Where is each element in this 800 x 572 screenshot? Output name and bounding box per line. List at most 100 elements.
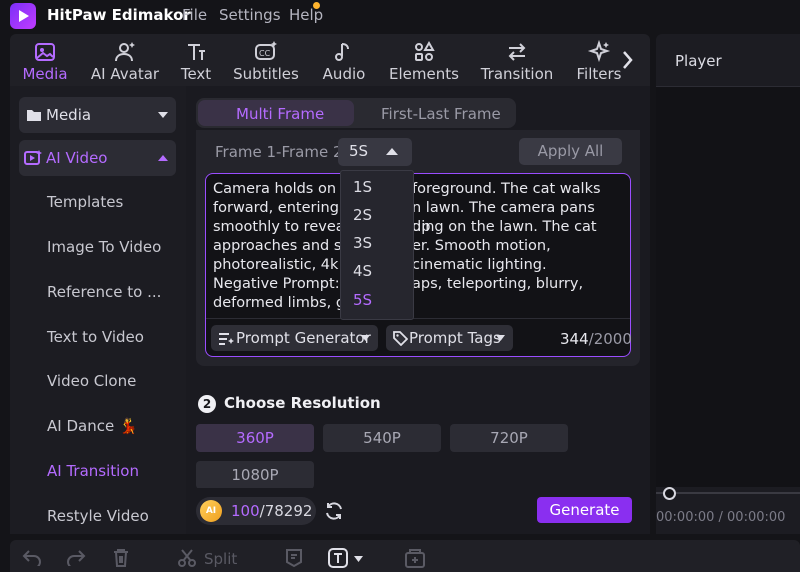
chevron-down-icon (496, 335, 505, 341)
menu-settings[interactable]: Settings (219, 6, 281, 24)
split-label: Split (204, 550, 238, 568)
filters-icon (587, 40, 611, 63)
prompt-line-2a: forward, entering a (213, 200, 353, 216)
caption-icon[interactable] (285, 548, 303, 568)
prompt-line-5b: cinematic lighting. (412, 257, 547, 273)
resolution-360p[interactable]: 360P (196, 424, 314, 452)
caret-up-icon (386, 148, 398, 155)
duration-option-2s[interactable]: 2S (353, 206, 372, 224)
duration-option-5s[interactable]: 5S (353, 291, 372, 309)
media-icon (35, 43, 55, 61)
prompt-footer-divider (206, 318, 630, 319)
prompt-tags-label: Prompt Tags (409, 329, 501, 347)
sidebar-item-text-to-video[interactable]: Text to Video (47, 328, 144, 346)
prompt-line-3b: ding on the lawn. The cat (412, 219, 597, 235)
tab-multi-frame[interactable]: Multi Frame (236, 105, 324, 123)
duration-option-3s[interactable]: 3S (353, 234, 372, 252)
sidebar-item-image-to-video[interactable]: Image To Video (47, 238, 161, 256)
player-title: Player (675, 52, 722, 70)
folder-icon (27, 110, 41, 121)
resolution-540p[interactable]: 540P (323, 424, 441, 452)
prompt-line-6b: aps, teleporting, blurry, (412, 276, 584, 292)
redo-icon[interactable] (66, 548, 86, 566)
text-icon (188, 44, 205, 60)
player-scrubber-handle[interactable] (663, 487, 676, 500)
audio-icon (335, 43, 349, 61)
prompt-generator-label: Prompt Generator (236, 329, 371, 347)
undo-icon[interactable] (22, 548, 42, 566)
generate-button[interactable]: Generate (537, 497, 632, 523)
toolbar-elements[interactable]: Elements (386, 34, 462, 86)
prompt-line-1a: Camera holds on a (213, 181, 350, 197)
chevron-right-icon[interactable] (620, 46, 634, 74)
toolbar-filters[interactable]: Filters (572, 34, 626, 86)
prompt-tags-button[interactable]: Prompt Tags (386, 325, 513, 351)
refresh-icon[interactable] (323, 500, 345, 522)
ai-credit-icon: AI (200, 500, 222, 522)
toolbar-text[interactable]: Text (172, 34, 220, 86)
toolbar-audio-label: Audio (322, 65, 366, 83)
resolution-720p[interactable]: 720P (450, 424, 568, 452)
apply-all-button[interactable]: Apply All (519, 138, 622, 165)
prompt-char-used: 344 (560, 330, 589, 348)
credits-text: 100/78292 (231, 502, 312, 520)
toolbar-text-label: Text (180, 65, 212, 83)
menu-help[interactable]: Help (289, 6, 323, 24)
duration-option-4s[interactable]: 4S (353, 262, 372, 280)
sidebar-item-video-clone[interactable]: Video Clone (47, 372, 136, 390)
ai-avatar-icon (115, 42, 135, 62)
toolbar-ai-avatar[interactable]: AI Avatar (86, 34, 164, 86)
tag-icon (393, 331, 408, 346)
toolbar-audio[interactable]: Audio (316, 34, 372, 86)
text-tool-icon[interactable] (328, 548, 350, 568)
duration-select[interactable]: 5S (338, 138, 412, 166)
transition-icon (508, 43, 526, 61)
prompt-char-count: 344/2000 (560, 330, 632, 348)
resolution-title: Choose Resolution (224, 394, 381, 412)
menu-file[interactable]: File (182, 6, 207, 24)
help-notification-dot (313, 2, 320, 9)
chevron-down-icon[interactable] (354, 556, 363, 562)
sidebar-item-reference-to[interactable]: Reference to ... (47, 283, 161, 301)
app-name: HitPaw Edimakor (47, 6, 191, 24)
chevron-down-icon (361, 335, 370, 341)
toolbar-media[interactable]: Media (14, 34, 76, 86)
prompt-generator-button[interactable]: Prompt Generator (211, 325, 378, 351)
prompt-line-4a: approaches and sit (213, 238, 352, 254)
sidebar-ai-video-label: AI Video (46, 149, 108, 167)
toolbar-transition[interactable]: Transition (476, 34, 558, 86)
subtitles-icon: CC (255, 41, 277, 60)
sidebar-ai-video-folder[interactable]: AI Video (19, 140, 176, 176)
chevron-down-icon (158, 112, 168, 118)
sidebar-item-ai-dance[interactable]: AI Dance 💃 (47, 417, 138, 435)
duration-option-1s[interactable]: 1S (353, 178, 372, 196)
player-scrubber-track[interactable] (656, 492, 800, 494)
sidebar-item-templates[interactable]: Templates (47, 193, 123, 211)
prompt-char-total: /2000 (588, 330, 632, 348)
prompt-line-6a: Negative Prompt: s (213, 276, 352, 292)
toolbar-filters-label: Filters (576, 65, 622, 83)
toolbar-media-label: Media (22, 65, 68, 83)
scissors-icon[interactable] (177, 548, 197, 568)
frame-label: Frame 1-Frame 2 (215, 143, 343, 161)
add-track-icon[interactable] (404, 548, 426, 568)
app-logo-icon (10, 3, 36, 29)
sidebar-media-folder[interactable]: Media (19, 97, 176, 133)
player-time: 00:00:00 / 00:00:00 (656, 510, 786, 525)
sidebar-item-restyle-video[interactable]: Restyle Video (47, 507, 149, 525)
logo-play-shape (19, 10, 29, 22)
delete-icon[interactable] (112, 548, 130, 568)
toolbar-elements-label: Elements (389, 65, 459, 83)
sidebar-item-ai-transition[interactable]: AI Transition (47, 462, 139, 480)
prompt-line-7: deformed limbs, g (213, 295, 346, 311)
svg-text:CC: CC (259, 49, 271, 58)
player-screen (656, 87, 800, 487)
tab-first-last-frame[interactable]: First-Last Frame (381, 105, 501, 123)
prompt-line-1b: foreground. The cat walks (412, 181, 601, 197)
toolbar-subtitles[interactable]: CC Subtitles (230, 34, 302, 86)
resolution-1080p[interactable]: 1080P (196, 461, 314, 489)
chevron-up-icon (158, 155, 168, 161)
prompt-line-4b: er. Smooth motion, (412, 238, 551, 254)
step-number-badge: 2 (198, 395, 216, 413)
toolbar-transition-label: Transition (480, 65, 554, 83)
